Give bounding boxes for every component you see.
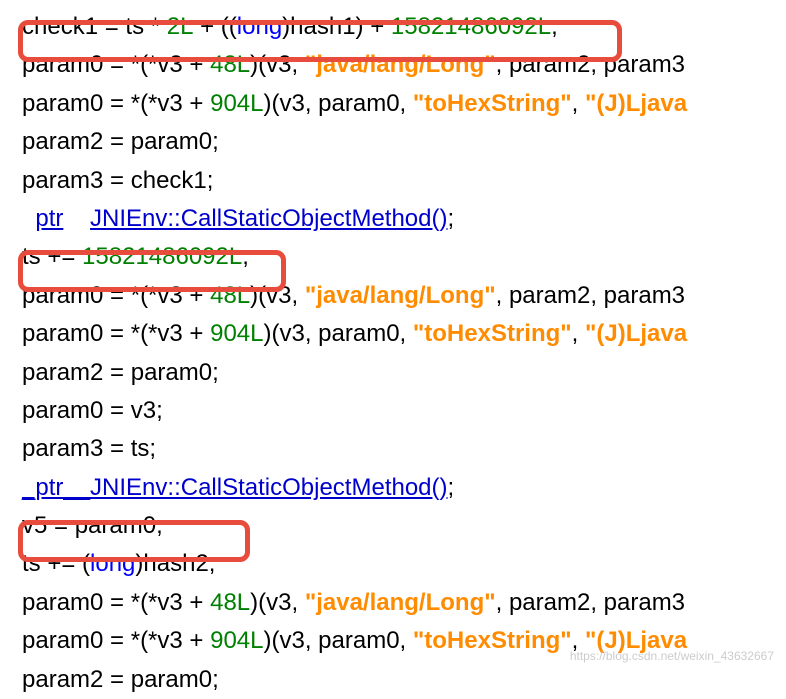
code-block: check1 = ts * 2L + ((long)hash1) + 15821… bbox=[10, 8, 776, 699]
code-line-1: check1 = ts * 2L + ((long)hash1) + 15821… bbox=[10, 8, 776, 46]
code-line-17: param0 = *(*v3 + 904L)(v3, param0, "toHe… bbox=[10, 622, 776, 660]
code-line-15: ts += (long)hash2; bbox=[10, 545, 776, 583]
code-line-2: param0 = *(*v3 + 48L)(v3, "java/lang/Lon… bbox=[10, 46, 776, 84]
code-line-8: param0 = *(*v3 + 48L)(v3, "java/lang/Lon… bbox=[10, 277, 776, 315]
code-line-3: param0 = *(*v3 + 904L)(v3, param0, "toHe… bbox=[10, 85, 776, 123]
code-line-16: param0 = *(*v3 + 48L)(v3, "java/lang/Lon… bbox=[10, 584, 776, 622]
code-line-6: ptr JNIEnv::CallStaticObjectMethod(); bbox=[10, 200, 776, 238]
code-line-7: ts += 15821486092L; bbox=[10, 238, 776, 276]
code-line-10: param2 = param0; bbox=[10, 354, 776, 392]
code-line-12: param3 = ts; bbox=[10, 430, 776, 468]
code-line-4: param2 = param0; bbox=[10, 123, 776, 161]
code-line-5: param3 = check1; bbox=[10, 162, 776, 200]
code-line-9: param0 = *(*v3 + 904L)(v3, param0, "toHe… bbox=[10, 315, 776, 353]
code-line-11: param0 = v3; bbox=[10, 392, 776, 430]
code-line-18: param2 = param0; bbox=[10, 661, 776, 699]
code-line-14: v5 = param0; bbox=[10, 507, 776, 545]
code-line-13: _ptr__JNIEnv::CallStaticObjectMethod(); bbox=[10, 469, 776, 507]
